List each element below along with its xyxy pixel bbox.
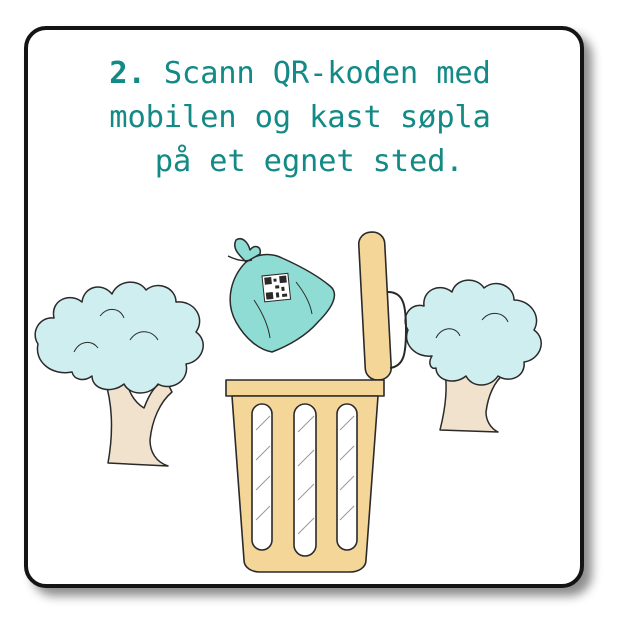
illustration (34, 231, 542, 573)
tree-icon (404, 279, 542, 433)
tree-icon (34, 281, 204, 467)
qr-code-icon (261, 272, 292, 303)
